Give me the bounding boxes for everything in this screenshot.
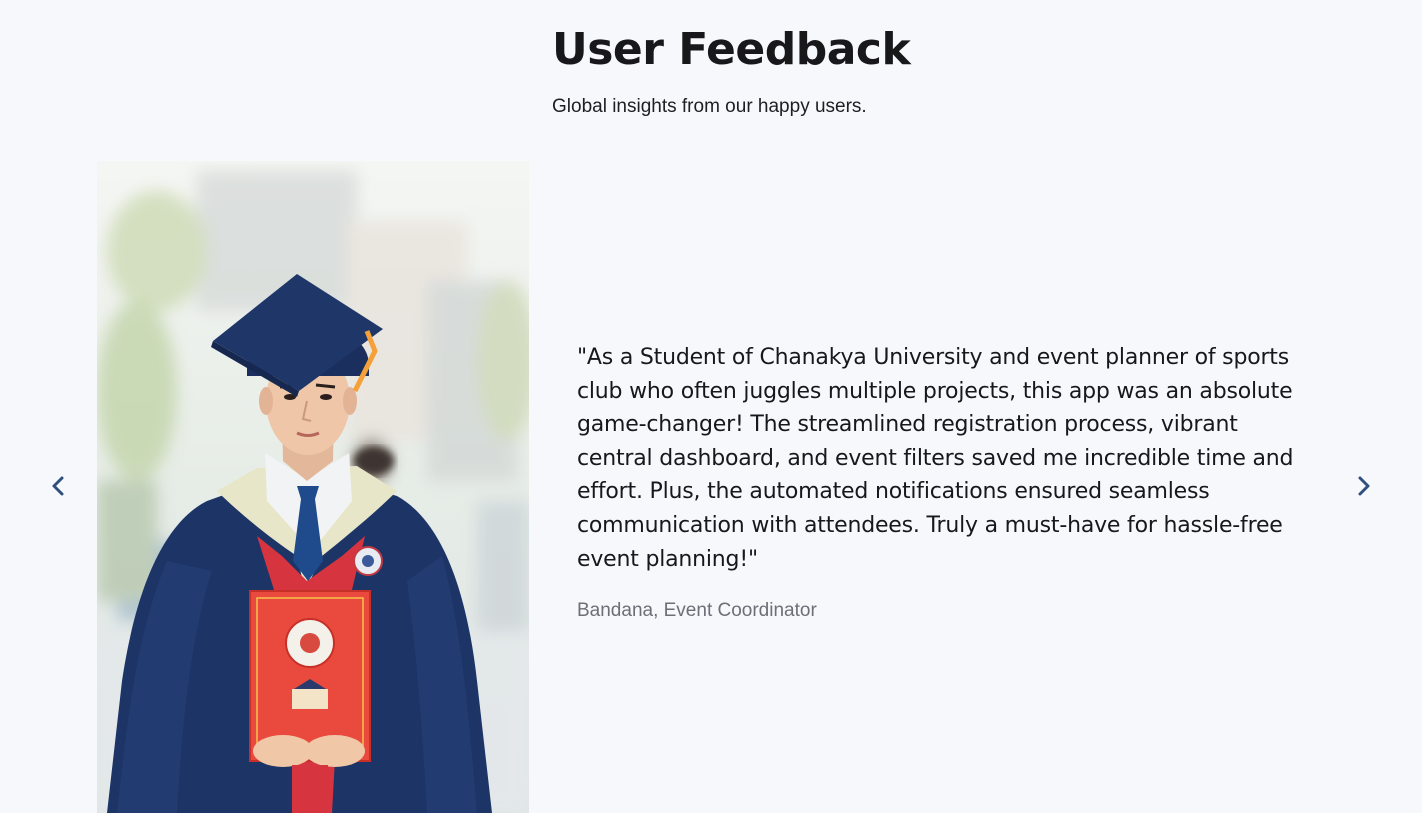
chevron-right-icon: [1358, 476, 1370, 496]
feedback-page: User Feedback Global insights from our h…: [0, 0, 1422, 813]
testimonial-author: Bandana, Event Coordinator: [577, 600, 817, 622]
testimonial-carousel: "As a Student of Chanakya University and…: [0, 161, 1422, 813]
section-subtitle: Global insights from our happy users.: [552, 96, 867, 117]
section-title: User Feedback: [552, 24, 911, 75]
section-header: User Feedback Global insights from our h…: [552, 22, 952, 119]
testimonial-photo: [97, 161, 529, 813]
carousel-prev-button[interactable]: [44, 472, 72, 500]
chevron-left-icon: [52, 476, 64, 496]
graduate-portrait-image: [97, 161, 529, 813]
carousel-next-button[interactable]: [1350, 472, 1378, 500]
testimonial-quote: "As a Student of Chanakya University and…: [577, 345, 1294, 572]
testimonial-content: "As a Student of Chanakya University and…: [577, 341, 1297, 623]
